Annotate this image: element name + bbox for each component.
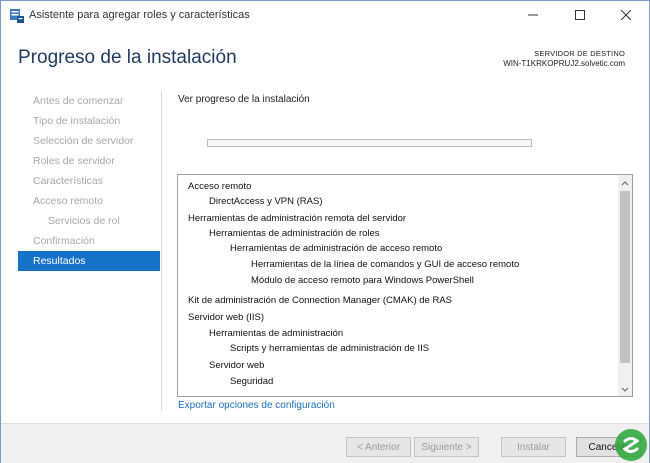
export-configuration-link[interactable]: Exportar opciones de configuración	[178, 400, 335, 411]
watermark-logo-icon	[613, 427, 649, 463]
server-manager-icon	[9, 8, 25, 24]
minimize-icon	[528, 7, 538, 25]
results-list-content: Acceso remoto DirectAccess y VPN (RAS) Her…	[178, 175, 618, 396]
previous-button[interactable]: < Anterior	[346, 437, 411, 457]
results-list[interactable]: Acceso remoto DirectAccess y VPN (RAS) Her…	[177, 174, 633, 397]
nav-item-confirmacion: Confirmación	[33, 235, 95, 247]
results-scrollbar[interactable]	[618, 175, 632, 396]
scroll-down-button[interactable]	[618, 382, 632, 396]
nav-item-antes-de-comenzar: Antes de comenzar	[33, 95, 124, 107]
installation-progress-bar	[207, 139, 532, 147]
results-list-item: Herramientas de administración	[209, 328, 344, 339]
wizard-footer: < Anterior Siguiente > Instalar Cancelar	[1, 423, 649, 463]
install-button[interactable]: Instalar	[501, 437, 566, 457]
page-title: Progreso de la instalación	[18, 47, 237, 68]
chevron-down-icon	[621, 380, 629, 396]
results-list-item: Servidor web (IIS)	[188, 312, 265, 323]
title-bar: Asistente para agregar roles y caracterí…	[1, 1, 649, 31]
results-list-item: DirectAccess y VPN (RAS)	[209, 196, 323, 207]
nav-item-servicios-de-rol: Servicios de rol	[48, 215, 120, 227]
chevron-up-icon	[621, 175, 629, 191]
minimize-button[interactable]	[510, 1, 556, 31]
maximize-button[interactable]	[557, 1, 603, 31]
nav-divider	[161, 91, 162, 411]
nav-item-caracteristicas: Características	[33, 175, 104, 187]
progress-heading: Ver progreso de la instalación	[178, 94, 310, 105]
results-list-item: Herramientas de administración de acceso…	[230, 243, 443, 254]
window-title: Asistente para agregar roles y caracterí…	[29, 9, 250, 21]
results-list-item: Scripts y herramientas de administración…	[230, 343, 430, 354]
results-list-item: Herramientas de la línea de comandos y G…	[251, 259, 520, 270]
wizard-nav: Antes de comenzar Tipo de instalación Se…	[18, 91, 160, 271]
nav-item-acceso-remoto: Acceso remoto	[33, 195, 104, 207]
maximize-icon	[575, 7, 585, 25]
results-list-item: Servidor web	[209, 360, 265, 371]
results-list-item: Herramientas de administración remota de…	[188, 213, 407, 224]
destination-server-label: SERVIDOR DE DESTINO	[534, 49, 625, 58]
destination-server-name: WIN-T1KRKOPRUJ2.solvetic.com	[503, 59, 625, 68]
scroll-thumb[interactable]	[620, 191, 630, 363]
results-list-item: Seguridad	[230, 376, 274, 387]
scroll-up-button[interactable]	[618, 175, 632, 189]
nav-item-roles-de-servidor: Roles de servidor	[33, 155, 115, 167]
wizard-header: Progreso de la instalación SERVIDOR DE D…	[1, 31, 649, 86]
wizard-window: Asistente para agregar roles y caracterí…	[0, 0, 650, 463]
nav-item-seleccion-de-servidor: Selección de servidor	[33, 135, 134, 147]
results-list-item: Herramientas de administración de roles	[209, 228, 380, 239]
close-button[interactable]	[603, 1, 649, 31]
close-icon	[620, 7, 632, 25]
results-list-item: Acceso remoto	[188, 181, 252, 192]
nav-item-resultados[interactable]: Resultados	[18, 251, 160, 271]
results-list-item: Módulo de acceso remoto para Windows Pow…	[251, 275, 474, 286]
nav-item-tipo-de-instalacion: Tipo de instalación	[33, 115, 121, 127]
next-button[interactable]: Siguiente >	[414, 437, 479, 457]
results-list-item: Kit de administración de Connection Mana…	[188, 295, 453, 306]
